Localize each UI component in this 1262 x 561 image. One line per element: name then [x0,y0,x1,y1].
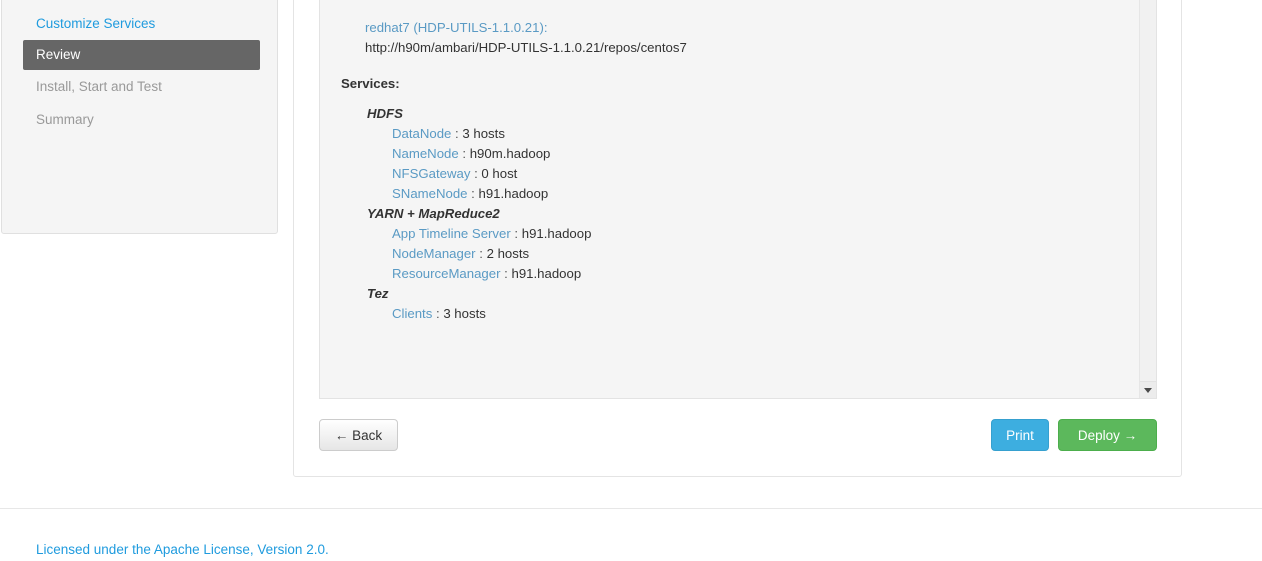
sidebar-item-label: Review [36,47,81,62]
sidebar-item-label: Summary [36,112,94,127]
service-component-row: DataNode : 3 hosts [367,124,1135,144]
component-separator: : [451,126,463,141]
service-group: Tez Clients : 3 hosts [341,284,1135,324]
repository-entry: redhat7 (HDP-UTILS-1.1.0.21): http://h90m… [341,18,1135,58]
component-name[interactable]: ResourceManager [392,266,501,281]
component-value: 3 hosts [443,306,486,321]
apache-license-link[interactable]: Licensed under the Apache License, Versi… [36,542,329,557]
component-value: h91.hadoop [478,186,549,201]
component-name[interactable]: Clients [392,306,432,321]
services-heading: Services: [341,74,1135,94]
component-value: h90m.hadoop [469,146,551,161]
component-separator: : [432,306,444,321]
service-component-row: NameNode : h90m.hadoop [367,144,1135,164]
component-value: 3 hosts [462,126,505,141]
wizard-step-list: Assign MastersAssign Slaves and ClientsC… [2,0,277,136]
component-separator: : [510,226,522,241]
component-value: h91.hadoop [521,226,592,241]
repository-url: http://h90m/ambari/HDP-UTILS-1.1.0.21/re… [365,40,687,55]
service-group: YARN + MapReduce2 App Timeline Server : h… [341,204,1135,284]
component-name[interactable]: SNameNode [392,186,468,201]
service-name: Tez [367,286,389,301]
component-separator: : [475,246,487,261]
service-component-row: ResourceManager : h91.hadoop [367,264,1135,284]
component-separator: : [467,186,479,201]
component-separator: : [470,166,482,181]
component-name[interactable]: DataNode [392,126,451,141]
component-name[interactable]: NFSGateway [392,166,470,181]
review-main-panel: Total Hosts : 4 (4 new)Repositories:redh… [293,0,1182,477]
repository-url: http://h90m/ambari/HDP/centos7 [365,0,1135,2]
service-name: HDFS [367,106,403,121]
sidebar-item-assign-slaves-and-clients[interactable]: Assign Slaves and Clients [2,0,277,7]
deploy-button[interactable]: Deploy → [1058,419,1157,451]
chevron-down-icon [1144,387,1152,393]
service-component-row: Clients : 3 hosts [367,304,1135,324]
sidebar-item-label: Install, Start and Test [36,79,162,94]
sidebar-item-customize-services[interactable]: Customize Services [2,7,277,40]
back-button[interactable]: ← Back [319,419,398,451]
scroll-down-button[interactable] [1140,381,1156,398]
footer-divider [0,508,1262,509]
component-name[interactable]: NodeManager [392,246,476,261]
component-value: 2 hosts [486,246,530,261]
service-component-row: NFSGateway : 0 host [367,164,1135,184]
component-value: 0 host [481,166,518,181]
print-button[interactable]: Print [991,419,1049,451]
wizard-button-row: ← Back Print Deploy → [319,419,1157,453]
component-separator: : [500,266,512,281]
review-scroll-container[interactable]: Total Hosts : 4 (4 new)Repositories:redh… [319,0,1157,399]
services-label: Services: [341,76,400,91]
ambari-review-page: Assign MastersAssign Slaves and ClientsC… [0,0,1262,561]
component-name[interactable]: NameNode [392,146,459,161]
review-content: Total Hosts : 4 (4 new)Repositories:redh… [320,0,1135,324]
service-component-row: App Timeline Server : h91.hadoop [367,224,1135,244]
component-value: h91.hadoop [511,266,582,281]
vertical-scrollbar[interactable] [1139,0,1156,398]
repository-entry: redhat7 (HDP-2.5):http://h90m/ambari/HDP… [341,0,1135,2]
wizard-step-nav: Assign MastersAssign Slaves and ClientsC… [1,0,278,234]
service-name: YARN + MapReduce2 [367,206,500,221]
component-name[interactable]: App Timeline Server [392,226,511,241]
service-group: HDFS DataNode : 3 hosts NameNode : h90m.ha… [341,104,1135,204]
repository-name[interactable]: redhat7 (HDP-UTILS-1.1.0.21): [365,18,1135,38]
service-component-row: NodeManager : 2 hosts [367,244,1135,264]
service-component-row: SNameNode : h91.hadoop [367,184,1135,204]
sidebar-item-install-start-and-test: Install, Start and Test [2,70,277,103]
sidebar-item-summary: Summary [2,103,277,136]
sidebar-item-label: Customize Services [36,16,156,31]
component-separator: : [458,146,470,161]
sidebar-item-review[interactable]: Review [23,40,260,70]
